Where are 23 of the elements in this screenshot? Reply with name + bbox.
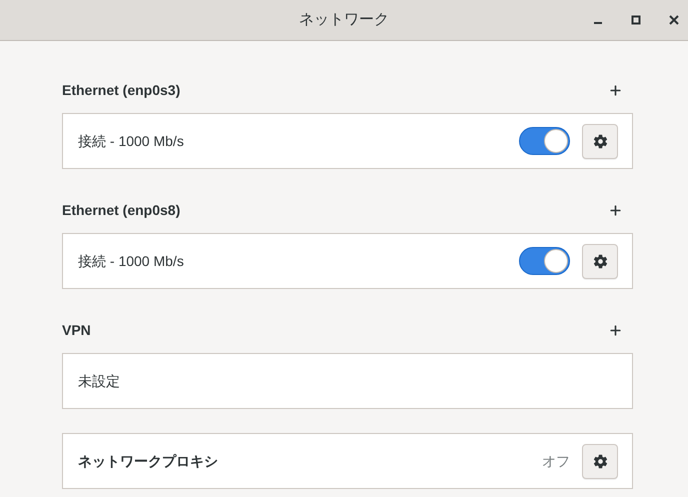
settings-icon <box>592 454 608 468</box>
close-icon <box>669 15 679 25</box>
connection-label: 接続 - 1000 Mb/s <box>78 252 184 270</box>
connection-label: 接続 - 1000 Mb/s <box>78 132 184 150</box>
section-title: Ethernet (enp0s8) <box>62 200 180 220</box>
connection-label: 未設定 <box>78 372 120 390</box>
settings-button[interactable] <box>582 244 618 278</box>
toggle-switch[interactable] <box>519 247 570 275</box>
add-icon <box>608 82 622 98</box>
settings-button[interactable] <box>582 444 618 478</box>
toggle-switch[interactable] <box>519 127 570 155</box>
settings-icon <box>592 134 608 148</box>
proxy-status: オフ <box>542 452 570 470</box>
section-title: VPN <box>62 320 91 340</box>
window-title: ネットワーク <box>299 10 389 30</box>
add-icon <box>608 322 622 338</box>
add-icon <box>608 202 622 218</box>
settings-button[interactable] <box>582 124 618 158</box>
minimize-icon <box>594 22 602 24</box>
maximize-icon <box>631 15 641 25</box>
proxy-label: ネットワークプロキシ <box>78 452 218 470</box>
section-title: Ethernet (enp0s3) <box>62 80 180 100</box>
settings-icon <box>592 254 608 268</box>
